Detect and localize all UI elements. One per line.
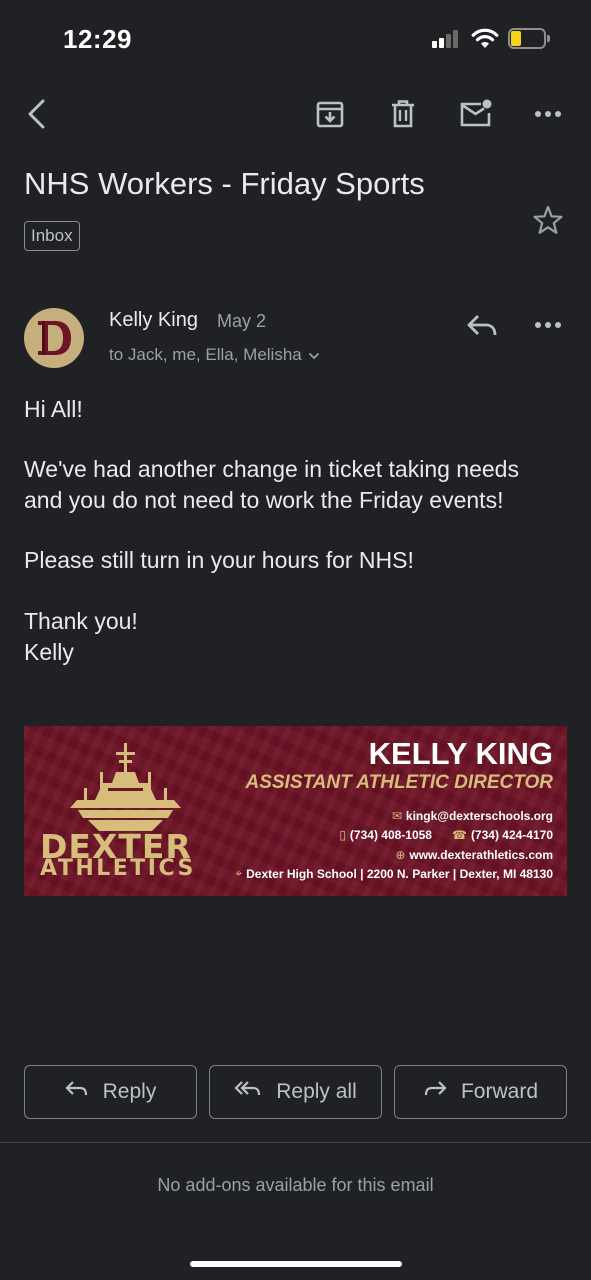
back-arrow-icon[interactable] bbox=[18, 96, 54, 132]
body-paragraph-1-line-2: and you do not need to work the Friday e… bbox=[24, 487, 504, 513]
signature-email[interactable]: kingk@dexterschools.org bbox=[406, 809, 553, 823]
body-signoff: Kelly bbox=[24, 639, 74, 665]
avatar[interactable] bbox=[24, 308, 84, 368]
status-bar: 12:29 bbox=[0, 0, 591, 80]
reply-button[interactable]: Reply bbox=[24, 1065, 197, 1119]
reply-all-button[interactable]: Reply all bbox=[209, 1065, 382, 1119]
body-paragraph-2: Please still turn in your hours for NHS! bbox=[24, 547, 414, 573]
mark-unread-icon[interactable] bbox=[457, 96, 495, 132]
location-pin-icon: ⌖ bbox=[235, 866, 243, 880]
body-paragraph-1-line-1: We've had another change in ticket takin… bbox=[24, 456, 519, 482]
signature-phone[interactable]: (734) 424-4170 bbox=[471, 828, 553, 842]
body-greeting: Hi All! bbox=[24, 396, 83, 422]
mobile-phone-icon: ▯ bbox=[339, 828, 346, 842]
message-more-icon[interactable] bbox=[530, 308, 566, 342]
status-time: 12:29 bbox=[63, 24, 132, 54]
reply-all-arrow-icon bbox=[234, 1080, 262, 1104]
email-signature-banner: DEXTER ATHLETICS KELLY KING ASSISTANT AT… bbox=[24, 726, 567, 896]
recipients-toggle[interactable]: to Jack, me, Ella, Melisha bbox=[109, 345, 320, 365]
forward-arrow-icon bbox=[423, 1080, 447, 1104]
telephone-icon: ☎ bbox=[451, 828, 467, 842]
signature-title: ASSISTANT ATHLETIC DIRECTOR bbox=[245, 772, 553, 793]
wifi-icon bbox=[470, 26, 500, 50]
signature-phones-line: ▯ (734) 408-1058 ☎ (734) 424-4170 bbox=[339, 828, 553, 842]
forward-label: Forward bbox=[460, 1080, 539, 1103]
signature-email-line[interactable]: ✉ kingk@dexterschools.org bbox=[392, 809, 553, 823]
recipients-text: to Jack, me, Ella, Melisha bbox=[109, 345, 302, 364]
logo-text-athletics: ATHLETICS bbox=[40, 856, 196, 881]
email-subject: NHS Workers - Friday Sports bbox=[24, 166, 425, 201]
signature-address-line: ⌖ Dexter High School | 2200 N. Parker | … bbox=[235, 866, 553, 881]
sender-name: Kelly King bbox=[109, 309, 198, 331]
addons-message: No add-ons available for this email bbox=[157, 1175, 434, 1195]
signature-name: KELLY KING bbox=[368, 736, 553, 771]
reply-label: Reply bbox=[102, 1080, 157, 1103]
signature-address: Dexter High School | 2200 N. Parker | De… bbox=[246, 866, 553, 881]
inbox-label-chip[interactable]: Inbox bbox=[24, 221, 80, 251]
reply-icon[interactable] bbox=[464, 310, 500, 342]
body-closing: Thank you! bbox=[24, 608, 138, 634]
signature-website-line[interactable]: ⊕ www.dexterathletics.com bbox=[395, 848, 553, 862]
reply-all-label: Reply all bbox=[276, 1080, 357, 1103]
divider bbox=[0, 1142, 591, 1143]
home-indicator[interactable] bbox=[190, 1261, 402, 1267]
battery-level bbox=[511, 31, 521, 46]
signature-website[interactable]: www.dexterathletics.com bbox=[409, 848, 553, 862]
sender-date: May 2 bbox=[217, 311, 267, 331]
archive-icon[interactable] bbox=[312, 96, 348, 132]
star-icon[interactable] bbox=[532, 204, 564, 241]
envelope-icon: ✉ bbox=[391, 809, 402, 823]
trash-icon[interactable] bbox=[385, 96, 421, 132]
chevron-down-icon bbox=[308, 345, 320, 365]
more-horizontal-icon[interactable] bbox=[530, 96, 566, 132]
globe-icon: ⊕ bbox=[395, 848, 406, 862]
forward-button[interactable]: Forward bbox=[394, 1065, 567, 1119]
signature-mobile[interactable]: (734) 408-1058 bbox=[350, 828, 432, 842]
reply-arrow-icon bbox=[65, 1080, 89, 1104]
cellular-signal-icon bbox=[432, 30, 462, 48]
battery-icon bbox=[508, 28, 550, 49]
